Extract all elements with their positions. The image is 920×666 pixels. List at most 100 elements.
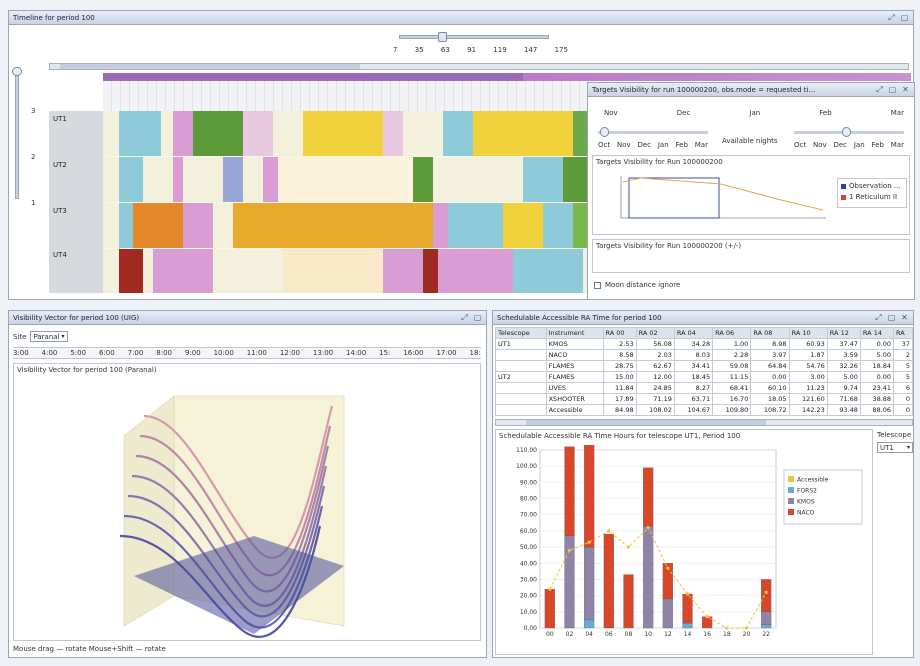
period-slider[interactable]	[399, 32, 549, 42]
visibility-plot[interactable]: Visibility Vector for period 100 (Parana…	[13, 363, 481, 641]
bar-segment	[643, 525, 654, 629]
table-header-row: Telescope Instrument RA 00 RA 02 RA 04 RA 06 R…	[495, 327, 913, 339]
targets-chart: Targets Visibility for Run 100000200 Obs…	[592, 155, 910, 235]
schedulable-panel: Schedulable Accessible RA Time for perio…	[492, 310, 914, 658]
chevron-down-icon: ▾	[61, 333, 65, 340]
restore-icon[interactable]: ⤢	[875, 85, 884, 95]
x-tick-label: 20	[743, 631, 751, 638]
column-header[interactable]: RA 02	[635, 327, 675, 339]
value-cell: 88.06	[859, 404, 895, 416]
value-cell: 6	[893, 382, 913, 394]
value-cell: 12.00	[635, 371, 675, 383]
hour-tick: 17:00	[436, 349, 457, 357]
value-cell: 28.75	[602, 360, 637, 372]
timeline-title: Timeline for period 100	[13, 13, 95, 22]
value-cell: 71.19	[635, 393, 675, 405]
table-hscroll[interactable]	[495, 419, 913, 426]
site-select[interactable]: Paranal ▾	[30, 331, 68, 342]
y-tick-label: 20.00	[520, 593, 537, 600]
zoom-slider-thumb[interactable]	[12, 67, 22, 76]
timeline-hscroll[interactable]	[49, 63, 909, 70]
value-cell: 23.41	[859, 382, 895, 394]
value-cell: 2	[893, 349, 913, 361]
column-header[interactable]: RA 12	[826, 327, 861, 339]
table-row[interactable]: FLAMES 28.75 62.67 34.41 59.08 64.84 54.76 32.2…	[495, 360, 913, 372]
date-header	[103, 81, 595, 111]
table-row[interactable]: XSHOOTER 17.89 71.19 63.71 16.70 18.05 121.60 7…	[495, 393, 913, 405]
targets-title: Targets Visibility for run 100000200, ob…	[592, 85, 816, 94]
accessible-point	[587, 540, 591, 544]
restore-icon[interactable]: ⤢	[874, 313, 883, 323]
visibility-3d-surface[interactable]	[14, 376, 480, 638]
left-range-thumb[interactable]	[600, 127, 609, 137]
month-label: Nov	[604, 109, 618, 117]
left-range-slider[interactable]	[598, 127, 708, 137]
table-hscroll-thumb[interactable]	[526, 420, 766, 425]
right-range-thumb[interactable]	[842, 127, 851, 137]
column-header[interactable]: Telescope	[495, 327, 547, 339]
right-range-slider[interactable]	[794, 127, 904, 137]
telescope-cell	[495, 393, 547, 405]
timeline-hscroll-thumb[interactable]	[60, 64, 360, 69]
schedulable-title: Schedulable Accessible RA Time for perio…	[497, 313, 662, 322]
scale-label: Mar	[890, 141, 904, 149]
value-cell: 84.98	[602, 404, 637, 416]
column-header[interactable]: RA 08	[750, 327, 790, 339]
column-header[interactable]: RA	[893, 327, 913, 339]
maximize-icon[interactable]: ▢	[888, 85, 897, 94]
table-row[interactable]: Accessible 84.98 108.02 104.67 109.80 108.72 1…	[495, 404, 913, 416]
maximize-icon[interactable]: ▢	[887, 313, 896, 322]
bar-segment	[584, 444, 595, 548]
telescope-cell	[495, 404, 547, 416]
column-header[interactable]: RA 04	[673, 327, 714, 339]
y-tick-label: 90.00	[520, 479, 537, 486]
hour-tick: 11:00	[246, 349, 267, 357]
table-row[interactable]: UT2 FLAMES 15.00 12.00 18.45 11.15 0.00 3.00 5.0…	[495, 371, 913, 383]
legend-label: 1 Reticulum II	[849, 193, 898, 201]
period-slider-thumb[interactable]	[438, 32, 447, 42]
table-row[interactable]: NACO 8.58 2.03 8.03 2.28 3.97 1.87 3.59 5.00 2	[495, 349, 913, 361]
value-cell: 60.93	[788, 338, 828, 350]
value-cell: 104.67	[673, 404, 714, 416]
table-row[interactable]: UVES 11.84 24.85 8.27 68.41 60.10 11.23 9.74 23.…	[495, 382, 913, 394]
x-tick-label: 16	[703, 631, 711, 638]
slider-tick: 63	[440, 46, 450, 54]
close-icon[interactable]: ✕	[900, 313, 909, 322]
close-icon[interactable]: ✕	[901, 85, 910, 94]
legend-label: Accessible	[797, 477, 829, 484]
value-cell: 93.48	[826, 404, 861, 416]
moon-distance-row[interactable]: Moon distance ignore	[594, 281, 680, 289]
column-header[interactable]: RA 00	[602, 327, 637, 339]
bar-segment	[544, 589, 555, 629]
bar-chart-title: Schedulable Accessible RA Time Hours for…	[499, 432, 741, 440]
column-header[interactable]: RA 06	[712, 327, 752, 339]
scale-label: Mar	[694, 141, 708, 149]
value-cell: 18.45	[673, 371, 714, 383]
hour-tick: 3:00	[13, 349, 29, 357]
legend-swatch	[841, 183, 846, 189]
restore-icon[interactable]: ⤢	[460, 313, 469, 323]
column-header[interactable]: RA 14	[859, 327, 895, 339]
table-row[interactable]: UT1 KMOS 2.53 56.08 34.28 1.00 8.98 60.93 37.47 0…	[495, 338, 913, 350]
value-cell: 0.00	[859, 338, 895, 350]
moon-distance-checkbox[interactable]	[594, 281, 601, 289]
maximize-icon[interactable]: ▢	[900, 13, 909, 22]
telescope-cell	[495, 360, 547, 372]
telescope-label: UT3	[53, 207, 67, 215]
scale-label: Dec	[833, 141, 848, 149]
column-header[interactable]: Instrument	[545, 327, 604, 339]
value-cell: 37.47	[826, 338, 861, 350]
scale-label: Oct	[598, 141, 611, 149]
visibility-titlebar: Visibility Vector for period 100 (UIG) ⤢…	[9, 311, 486, 325]
value-cell: 9.74	[826, 382, 861, 394]
zoom-slider[interactable]	[12, 67, 22, 199]
telescope-cell: UT2	[495, 371, 547, 383]
column-header[interactable]: RA 10	[788, 327, 828, 339]
accessible-point	[685, 592, 690, 596]
telescope-select[interactable]: UT1 ▾	[877, 442, 913, 453]
month-label: Mar	[890, 109, 904, 117]
maximize-icon[interactable]: ▢	[473, 313, 482, 322]
site-value: Paranal	[33, 332, 60, 341]
restore-icon[interactable]: ⤢	[887, 13, 896, 23]
value-cell: 16.70	[712, 393, 752, 405]
